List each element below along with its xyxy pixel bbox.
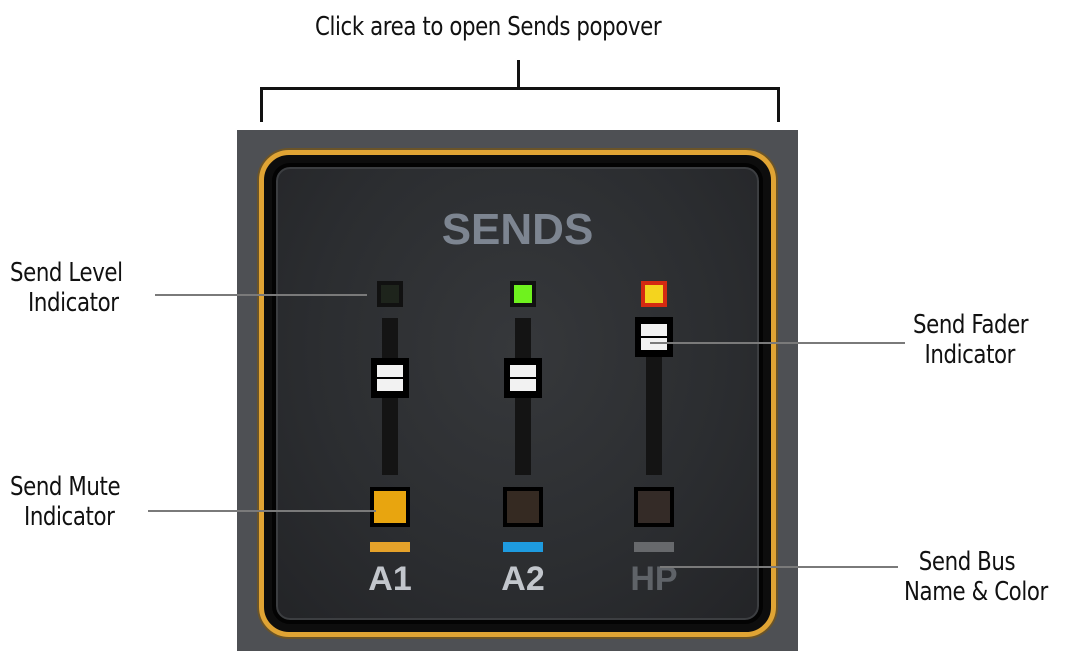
leader-send-bus-overlay [660, 566, 898, 568]
sends-title: SENDS [441, 205, 594, 254]
callout-send-level-line1: Send Level [10, 258, 123, 288]
callout-send-bus-line2: Name & Color [904, 577, 1048, 607]
send-level-led-a2 [510, 281, 536, 307]
callout-send-mute-line1: Send Mute [10, 472, 121, 502]
callout-send-bus-line1: Send Bus [918, 547, 1016, 577]
callout-send-mute-line2: Indicator [23, 502, 115, 532]
click-area-bracket-stem [517, 60, 520, 90]
sends-frame[interactable]: SENDS A1 A2 HP [259, 150, 776, 637]
send-mute-button-a1[interactable] [370, 487, 410, 527]
send-bus-color-hp [634, 542, 674, 552]
send-bus-color-a2 [503, 542, 543, 552]
click-area-bracket [260, 87, 780, 122]
send-mute-button-hp[interactable] [634, 487, 674, 527]
leader-send-fader-overlay [650, 342, 905, 344]
callout-send-mute: Send Mute Indicator [10, 472, 121, 532]
send-level-led-hp [641, 281, 667, 307]
send-bus-name-a1: A1 [368, 560, 412, 598]
callout-send-level-line2: Indicator [28, 288, 119, 318]
callout-send-fader: Send Fader Indicator [913, 310, 1029, 370]
callout-open-sends: Click area to open Sends popover [315, 12, 662, 42]
send-fader-handle-hp[interactable] [635, 316, 673, 357]
sends-panel[interactable]: SENDS A1 A2 HP [237, 130, 798, 651]
leader-send-level-overlay [155, 294, 367, 296]
send-bus-color-a1 [370, 542, 410, 552]
send-mute-button-a2[interactable] [503, 487, 543, 527]
send-fader-handle-a1[interactable] [371, 357, 409, 398]
callout-send-fader-line2: Indicator [924, 340, 1016, 370]
sends-inner[interactable]: SENDS A1 A2 HP [272, 163, 763, 624]
send-fader-handle-a2[interactable] [504, 357, 542, 398]
callout-send-fader-line1: Send Fader [913, 310, 1029, 340]
callout-send-level: Send Level Indicator [10, 258, 123, 318]
leader-send-mute-overlay [148, 510, 376, 512]
callout-send-bus: Send Bus Name & Color [904, 547, 1048, 607]
send-bus-name-a2: A2 [501, 560, 545, 598]
send-level-led-a1 [377, 281, 403, 307]
